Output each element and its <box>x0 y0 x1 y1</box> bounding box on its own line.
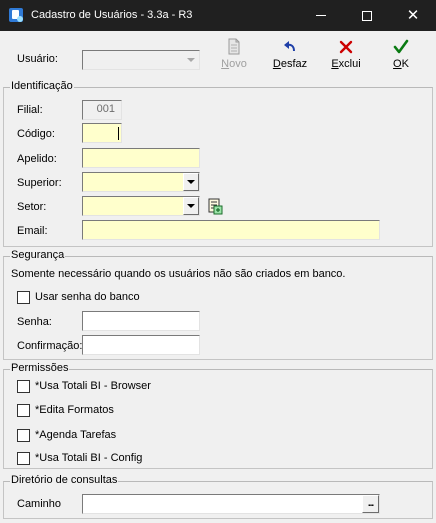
permissao-label[interactable]: *Agenda Tarefas <box>35 429 116 442</box>
ok-button[interactable]: OK <box>386 38 416 71</box>
setor-combo[interactable] <box>82 196 200 216</box>
undo-arrow-icon <box>270 38 310 56</box>
setor-dropdown-button[interactable] <box>183 197 199 215</box>
permissao-label[interactable]: *Usa Totali BI - Browser <box>35 380 151 393</box>
title-bar: Cadastro de Usuários - 3.3a - R3 ✕ <box>0 0 436 31</box>
email-label: Email: <box>17 225 48 237</box>
novo-button[interactable]: Novo <box>218 38 250 71</box>
new-document-icon <box>218 38 250 56</box>
superior-dropdown-button[interactable] <box>183 173 199 191</box>
permissao-label[interactable]: *Edita Formatos <box>35 404 114 417</box>
usuario-dropdown-button[interactable] <box>183 51 199 69</box>
ok-label: OK <box>393 58 409 70</box>
apelido-label: Apelido: <box>17 153 57 165</box>
confirmacao-label: Confirmação: <box>17 340 83 352</box>
window-title: Cadastro de Usuários - 3.3a - R3 <box>31 9 193 21</box>
caminho-input[interactable]: ... <box>82 494 380 514</box>
text-cursor <box>118 127 119 140</box>
permissao-checkbox[interactable] <box>17 452 30 465</box>
desfaz-label: Desfaz <box>272 58 308 70</box>
usar-senha-checkbox[interactable] <box>17 291 30 304</box>
filial-field: 001 <box>82 100 122 120</box>
permissao-checkbox[interactable] <box>17 380 30 393</box>
red-x-icon <box>328 38 364 56</box>
permissao-checkbox[interactable] <box>17 404 30 417</box>
senha-input[interactable] <box>82 311 200 331</box>
green-checkmark-icon <box>386 38 416 56</box>
novo-label: Novo <box>221 58 247 70</box>
senha-label: Senha: <box>17 316 52 328</box>
diretorio-legend: Diretório de consultas <box>10 474 119 487</box>
email-input[interactable] <box>82 220 380 240</box>
permissao-label[interactable]: *Usa Totali BI - Config <box>35 452 142 465</box>
exclui-label: Exclui <box>331 58 361 70</box>
usuario-label: Usuário: <box>17 53 58 65</box>
seguranca-note: Somente necessário quando os usuários nã… <box>11 268 346 280</box>
chevron-down-icon <box>187 58 195 62</box>
chevron-down-icon <box>187 180 195 184</box>
caminho-label: Caminho <box>17 498 62 510</box>
filial-value: 001 <box>96 103 115 115</box>
codigo-label: Código: <box>17 128 55 140</box>
usuario-combo[interactable] <box>82 50 200 70</box>
confirmacao-input[interactable] <box>82 335 200 355</box>
close-icon: ✕ <box>406 6 420 24</box>
close-button[interactable]: ✕ <box>390 0 436 31</box>
setor-label: Setor: <box>17 201 47 213</box>
app-icon <box>9 8 23 22</box>
apelido-input[interactable] <box>82 148 200 168</box>
minimize-icon <box>316 15 326 16</box>
permissao-checkbox[interactable] <box>17 429 30 442</box>
permissoes-legend: Permissões <box>10 362 70 375</box>
filial-label: Filial: <box>17 104 43 116</box>
superior-combo[interactable] <box>82 172 200 192</box>
maximize-icon <box>362 10 372 21</box>
usar-senha-label[interactable]: Usar senha do banco <box>35 291 140 304</box>
desfaz-button[interactable]: Desfaz <box>270 38 310 71</box>
seguranca-legend: Segurança <box>10 249 66 262</box>
maximize-button[interactable] <box>344 0 390 31</box>
browse-button[interactable]: ... <box>362 495 379 513</box>
minimize-button[interactable] <box>298 0 344 31</box>
exclui-button[interactable]: Exclui <box>328 38 364 71</box>
setor-lookup-icon[interactable] <box>207 198 224 215</box>
codigo-input[interactable] <box>82 123 122 143</box>
identificacao-legend: Identificação <box>10 80 74 93</box>
superior-label: Superior: <box>17 177 62 189</box>
chevron-down-icon <box>187 204 195 208</box>
